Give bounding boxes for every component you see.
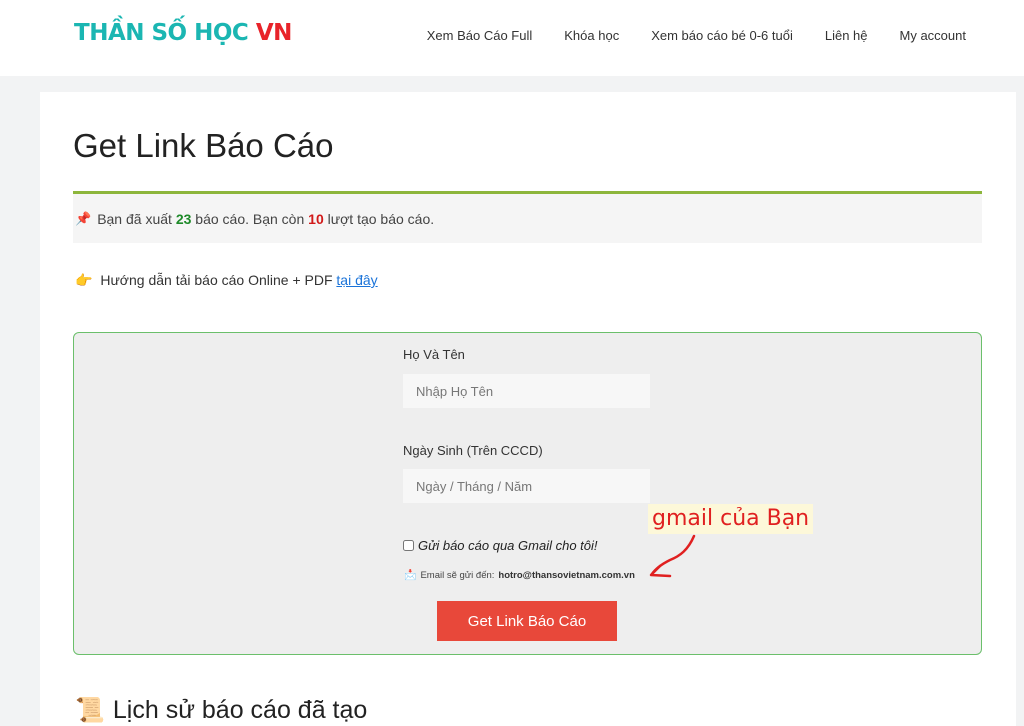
main-nav: Xem Báo Cáo Full Khóa học Xem báo cáo bé… bbox=[427, 28, 966, 43]
history-title: Lịch sử báo cáo đã tạo bbox=[112, 696, 368, 724]
nav-item-my-account[interactable]: My account bbox=[900, 28, 966, 43]
nav-item-full-report[interactable]: Xem Báo Cáo Full bbox=[427, 28, 533, 43]
scroll-icon: 📜 bbox=[75, 697, 105, 724]
mailbox-icon: 📩 bbox=[404, 570, 417, 581]
logo-text-main: THẦN SỐ HỌC bbox=[74, 20, 249, 46]
nav-item-contact[interactable]: Liên hệ bbox=[825, 28, 868, 43]
nav-item-child-report[interactable]: Xem báo cáo bé 0-6 tuổi bbox=[651, 28, 793, 43]
stats-suffix: lượt tạo báo cáo. bbox=[327, 210, 435, 227]
stats-exported-count: 23 bbox=[175, 210, 192, 227]
get-link-button[interactable]: Get Link Báo Cáo bbox=[437, 601, 617, 641]
gmail-checkbox[interactable] bbox=[403, 540, 414, 551]
guide-link[interactable]: tại đây bbox=[336, 272, 377, 288]
gmail-annotation: gmail của Bạn bbox=[648, 504, 814, 534]
email-address: hotro@thansovietnam.com.vn bbox=[498, 570, 635, 581]
name-input[interactable] bbox=[403, 374, 650, 408]
gmail-checkbox-label: Gửi báo cáo qua Gmail cho tôi! bbox=[418, 538, 598, 553]
site-logo[interactable]: THẦN SỐ HỌC VN bbox=[74, 20, 292, 46]
email-note-prefix: Email sẽ gửi đến: bbox=[420, 570, 495, 581]
stats-prefix: Bạn đã xuất bbox=[97, 210, 172, 227]
email-note: 📩 Email sẽ gửi đến: hotro@thansovietnam.… bbox=[404, 570, 635, 581]
annotation-arrow-icon bbox=[649, 534, 696, 578]
guide-line: 👉 Hướng dẫn tải báo cáo Online + PDF tại… bbox=[75, 272, 378, 289]
page-title: Get Link Báo Cáo bbox=[73, 127, 334, 164]
report-stats-banner: 📌 Bạn đã xuất 23 báo cáo. Bạn còn 10 lượ… bbox=[73, 194, 982, 243]
nav-item-courses[interactable]: Khóa học bbox=[564, 28, 619, 43]
pushpin-icon: 📌 bbox=[75, 210, 92, 226]
gmail-checkbox-row[interactable]: Gửi báo cáo qua Gmail cho tôi! bbox=[403, 538, 598, 553]
dob-input[interactable] bbox=[403, 469, 650, 503]
logo-text-vn: VN bbox=[255, 20, 293, 46]
history-heading: 📜 Lịch sử báo cáo đã tạo bbox=[75, 696, 367, 725]
name-label: Họ Và Tên bbox=[403, 347, 465, 362]
stats-middle: báo cáo. Bạn còn bbox=[195, 210, 305, 227]
pointing-hand-icon: 👉 bbox=[75, 272, 93, 288]
stats-remaining-count: 10 bbox=[308, 210, 324, 227]
dob-label: Ngày Sinh (Trên CCCD) bbox=[403, 443, 543, 458]
guide-text: Hướng dẫn tải báo cáo Online + PDF bbox=[100, 272, 333, 288]
site-header: THẦN SỐ HỌC VN Xem Báo Cáo Full Khóa học… bbox=[0, 0, 1024, 76]
